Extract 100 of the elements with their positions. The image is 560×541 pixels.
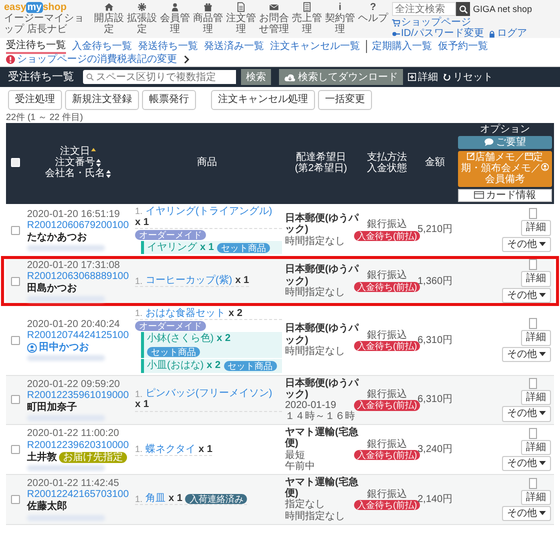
customer-name: 町田加奈子 — [27, 402, 77, 414]
request-button[interactable]: ご要望 — [458, 136, 552, 150]
search-button[interactable] — [456, 2, 470, 16]
nav-item[interactable]: 開店設定 — [93, 2, 125, 36]
detail-button[interactable]: 詳細 — [521, 440, 551, 456]
order-date: 2020-01-22 11:00:20 — [27, 428, 120, 440]
account-name: GIGA net shop — [473, 4, 532, 14]
row-checkbox[interactable] — [10, 276, 20, 286]
notice-link[interactable]: ショップページの消費税表記の変更 — [6, 54, 177, 66]
subnav-tab[interactable]: 仮予約一覧 — [438, 40, 488, 54]
nav-item[interactable]: i 契約管理 — [324, 2, 356, 36]
sort-icon[interactable] — [106, 170, 111, 178]
header-link[interactable]: ログア — [488, 28, 527, 40]
select-all-checkbox[interactable] — [10, 158, 20, 168]
amount: 2,140円 — [417, 494, 453, 505]
row-checkbox[interactable] — [10, 395, 20, 404]
alert-icon — [6, 55, 15, 64]
subnav-tab[interactable]: 定期購入一覧 — [366, 40, 432, 54]
order-search-field[interactable]: スペース区切りで複数指定 — [83, 70, 236, 84]
subnav-tab[interactable]: 発送待ち一覧 — [138, 40, 198, 54]
more-button[interactable]: その他 — [502, 506, 551, 522]
gear-icon — [137, 2, 147, 12]
product-link[interactable]: 角皿 — [146, 493, 166, 504]
product-link[interactable]: おはな食器セット — [146, 308, 226, 319]
row-checkbox[interactable] — [10, 494, 20, 504]
more-button[interactable]: その他 — [502, 288, 551, 303]
caret-down-icon — [539, 510, 546, 516]
more-button[interactable]: その他 — [502, 406, 551, 422]
option-checkbox[interactable] — [529, 428, 537, 439]
customer-name[interactable]: 田中かつお — [39, 342, 89, 354]
quantity: x 1 — [168, 493, 182, 504]
product-tag: セット商品 — [224, 360, 277, 371]
detail-button[interactable]: 詳細 — [521, 220, 551, 236]
line-number: 1. — [135, 388, 143, 399]
action-button[interactable]: 受注処理 — [8, 90, 62, 110]
delivery-time: 午前中 — [285, 460, 315, 472]
nav-item[interactable]: お問合せ管理 — [258, 2, 290, 36]
chevron-right-icon[interactable] — [183, 55, 190, 64]
order-number-link[interactable]: R20012239620310000 — [27, 440, 129, 451]
nav-item[interactable]: 商品管理 — [192, 2, 224, 36]
more-button[interactable]: その他 — [502, 236, 551, 252]
payment-method: 銀行振込 — [367, 270, 407, 282]
set-item-name: イヤリング — [147, 242, 197, 254]
detail-button[interactable]: 詳細 — [521, 330, 551, 346]
detail-button[interactable]: 詳細 — [521, 271, 551, 287]
payment-method: 銀行振込 — [367, 219, 407, 231]
nav-item[interactable]: ? ヘルプ — [357, 2, 389, 36]
column-header[interactable]: 金額 — [425, 157, 445, 168]
more-button[interactable]: その他 — [502, 456, 551, 472]
option-checkbox[interactable] — [529, 208, 537, 220]
download-button[interactable]: 検索してダウンロード — [279, 69, 403, 86]
card-info-button[interactable]: カード情報 — [458, 188, 552, 202]
row-checkbox[interactable] — [10, 445, 20, 454]
reset-link[interactable]: リセット — [443, 72, 493, 83]
column-header[interactable]: 注文番号 — [55, 157, 95, 168]
nav-item[interactable]: 売上管理 — [291, 2, 323, 36]
detail-link[interactable]: 詳細 — [408, 72, 438, 83]
header-link[interactable]: ID/パスワード変更 — [392, 28, 484, 40]
search-button[interactable]: 検索 — [241, 69, 271, 86]
person-icon — [170, 2, 180, 12]
product-link[interactable]: 蝶ネクタイ — [146, 444, 196, 455]
column-header[interactable]: (第2希望日) — [294, 162, 348, 174]
carrier: 日本郵便(ゆうパック) — [285, 378, 360, 400]
action-button[interactable]: 一括変更 — [318, 90, 372, 110]
action-button[interactable]: 帳票発行 — [142, 90, 196, 110]
gift-icon — [203, 2, 213, 12]
reset-icon — [443, 73, 451, 82]
column-header[interactable]: 会社名・氏名 — [45, 168, 105, 180]
product-tag: オーダーメイド — [135, 320, 206, 332]
action-button[interactable]: 新規注文登録 — [65, 90, 139, 110]
column-header[interactable]: 配達希望日 — [296, 152, 346, 163]
option-checkbox[interactable] — [529, 378, 537, 390]
nav-item[interactable]: 会員管理 — [159, 2, 191, 36]
global-search-field[interactable]: 全注文検索 — [392, 2, 456, 16]
line-number: 1. — [135, 494, 143, 504]
option-checkbox[interactable] — [529, 318, 537, 330]
sort-icon[interactable] — [96, 158, 101, 167]
edit-icon — [467, 152, 475, 160]
subnav-tab[interactable]: 注文キャンセル一覧 — [270, 40, 360, 54]
column-header[interactable]: 注文日 — [60, 146, 90, 158]
order-number-link[interactable]: R20012074424125100 — [27, 330, 129, 342]
product-tag: セット商品 — [216, 242, 270, 253]
detail-button[interactable]: 詳細 — [521, 390, 551, 406]
header-link[interactable]: ショップページ — [392, 17, 471, 28]
logo-subtitle: イージーマイショップ 店長ナビ — [4, 13, 85, 36]
product-link[interactable]: ピンバッジ(フリーメイソン) — [146, 388, 272, 400]
subnav-tab[interactable]: 発送済み一覧 — [204, 40, 264, 54]
product-link[interactable]: イヤリング(トライアングル) — [146, 206, 272, 217]
order-number-link[interactable]: R20012060679200100 — [27, 220, 129, 232]
row-checkbox[interactable] — [10, 226, 20, 235]
row-checkbox[interactable] — [10, 336, 20, 345]
subnav-tab[interactable]: 受注待ち一覧 — [6, 39, 66, 54]
action-button[interactable]: 注文キャンセル処理 — [211, 90, 315, 110]
nav-item[interactable]: 注文管理 — [225, 2, 257, 36]
detail-button[interactable]: 詳細 — [521, 490, 551, 505]
nav-item[interactable]: 拡張設定 — [126, 2, 158, 36]
more-button[interactable]: その他 — [502, 346, 551, 362]
option-checkbox[interactable] — [529, 259, 537, 270]
option-checkbox[interactable] — [529, 478, 537, 489]
subnav-tab[interactable]: 入金待ち一覧 — [72, 40, 132, 54]
